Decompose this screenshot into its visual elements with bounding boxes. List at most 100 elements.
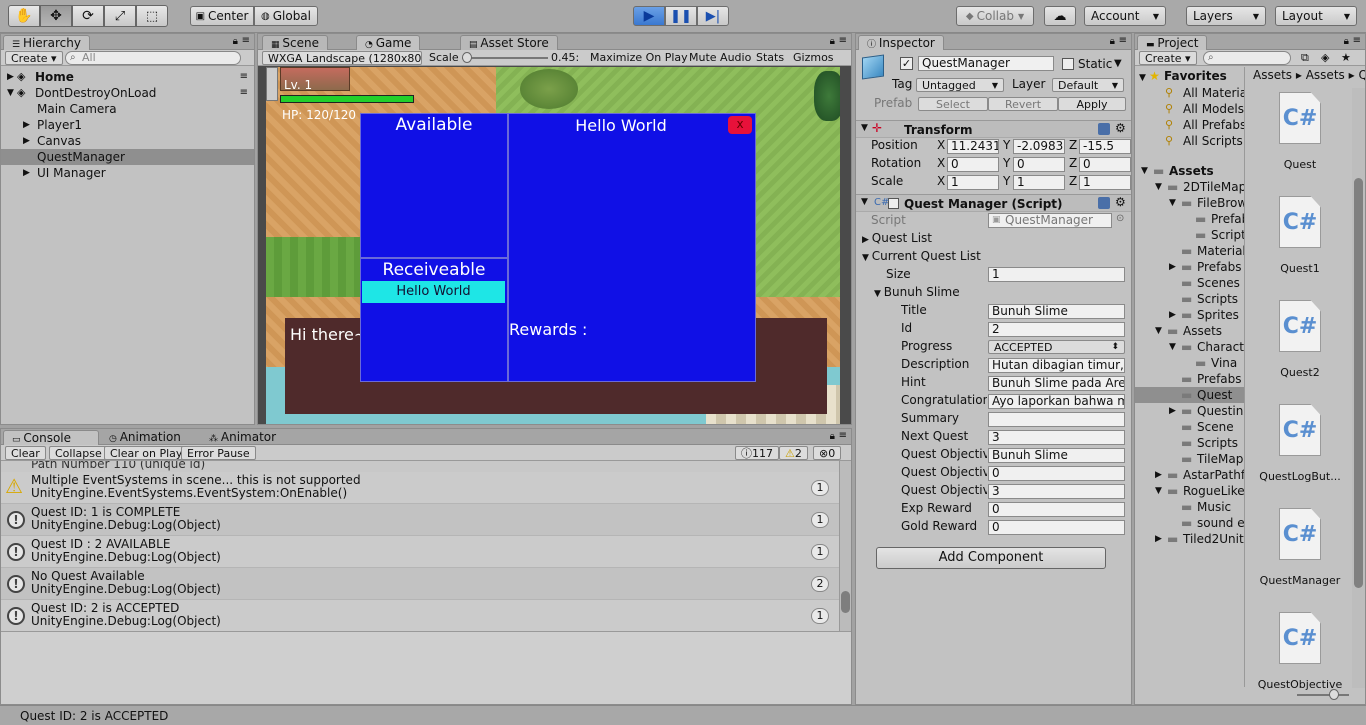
favorite-item[interactable]: ⚲ All Scripts: [1135, 133, 1244, 149]
menu-icon[interactable]: ≡: [839, 35, 847, 46]
console-clear-on-play-button[interactable]: Clear on Play: [104, 446, 189, 460]
tab-animation[interactable]: ◷ Animation: [101, 430, 189, 445]
hierarchy-item[interactable]: ▶ UI Manager: [1, 165, 254, 181]
transform-rot-field[interactable]: 0: [1013, 157, 1065, 172]
lock-icon[interactable]: 🔒︎: [830, 36, 835, 47]
project-folder-item[interactable]: ▼ ▬ Assets: [1135, 323, 1244, 339]
quest-list-foldout[interactable]: ▶ Quest List: [862, 231, 932, 247]
quest-field-input[interactable]: Bunuh Slime: [988, 304, 1125, 319]
current-quest-list-foldout[interactable]: ▼ Current Quest List: [862, 249, 981, 265]
project-create-button[interactable]: Create ▾: [1139, 51, 1197, 65]
foldout-arrow-icon[interactable]: ▶: [23, 117, 30, 133]
tab-project[interactable]: ▬ Project: [1137, 35, 1208, 50]
move-tool-button[interactable]: ✥: [40, 5, 72, 27]
tab-inspector[interactable]: ⓘ Inspector: [858, 35, 944, 50]
project-scrollbar[interactable]: [1352, 88, 1365, 688]
transform-header[interactable]: ▼ ✛ Transform ⚙: [856, 120, 1131, 138]
quest-field-input[interactable]: Ayo laporkan bahwa m: [988, 394, 1125, 409]
lock-icon[interactable]: 🔒︎: [233, 36, 238, 47]
quest-field-input[interactable]: 3: [988, 484, 1125, 499]
filter-label-icon[interactable]: ◈: [1321, 51, 1329, 64]
scene-menu-icon[interactable]: ≡: [240, 85, 248, 101]
foldout-arrow-icon[interactable]: ▼: [1155, 179, 1162, 195]
close-quest-button[interactable]: x: [728, 116, 752, 134]
tab-asset-store[interactable]: ▤ Asset Store: [460, 35, 558, 50]
element-foldout[interactable]: ▼ Bunuh Slime: [874, 285, 960, 301]
foldout-arrow-icon[interactable]: ▶: [1169, 307, 1176, 323]
transform-rot-field[interactable]: 0: [947, 157, 999, 172]
breadcrumb-item[interactable]: Q: [1358, 68, 1365, 82]
gear-icon[interactable]: ⚙: [1115, 121, 1126, 135]
breadcrumb-item[interactable]: Assets: [1306, 68, 1345, 82]
foldout-arrow-icon[interactable]: ▼: [1155, 483, 1162, 499]
quest-field-input[interactable]: Bunuh Slime: [988, 448, 1125, 463]
collab-button[interactable]: ◆ Collab ▼: [956, 6, 1034, 26]
filter-type-icon[interactable]: ⧉: [1301, 51, 1309, 65]
hierarchy-create-button[interactable]: Create ▾: [5, 51, 63, 65]
menu-icon[interactable]: ≡: [242, 35, 250, 46]
object-picker-icon[interactable]: ⊙: [1116, 213, 1124, 224]
foldout-arrow-icon[interactable]: ▶: [23, 165, 30, 181]
icon-size-slider-thumb[interactable]: [1329, 689, 1339, 700]
transform-scl-field[interactable]: 1: [1013, 175, 1065, 190]
foldout-arrow-icon[interactable]: ▶: [1169, 259, 1176, 275]
foldout-arrow-icon[interactable]: ▶: [23, 133, 30, 149]
project-file-item[interactable]: C# QuestObjective: [1248, 612, 1352, 690]
console-log-row[interactable]: ! Quest ID: 2 is ACCEPTED UnityEngine.Debu…: [1, 600, 839, 631]
project-file-item[interactable]: C# QuestLogBut...: [1248, 404, 1352, 483]
lock-icon[interactable]: 🔒︎: [1344, 36, 1349, 47]
menu-icon[interactable]: ≡: [1119, 35, 1127, 46]
project-folder-item[interactable]: ▬ sound ef: [1135, 515, 1244, 531]
console-log-row[interactable]: ! No Quest Available UnityEngine.Debug:Log…: [1, 568, 839, 600]
project-folder-item[interactable]: ▶ ▬ AstarPathfi: [1135, 467, 1244, 483]
menu-icon[interactable]: ≡: [1353, 35, 1361, 46]
project-folder-item[interactable]: ▶ ▬ Tiled2Unity: [1135, 531, 1244, 547]
lock-icon[interactable]: 🔒︎: [830, 431, 835, 442]
warning-count-toggle[interactable]: ⚠2: [779, 446, 808, 460]
console-error-pause-button[interactable]: Error Pause: [181, 446, 256, 460]
project-folder-item[interactable]: ▬ Scripts: [1135, 227, 1244, 243]
console-log-row[interactable]: ! Quest ID: 1 is COMPLETE UnityEngine.Debu…: [1, 504, 839, 536]
quest-field-input[interactable]: Hutan dibagian timur, t: [988, 358, 1125, 373]
project-file-item[interactable]: C# QuestManager: [1248, 508, 1352, 587]
tab-hierarchy[interactable]: ☰ Hierarchy: [3, 35, 90, 50]
pivot-center-button[interactable]: ▣ Center: [190, 6, 254, 26]
quest-manager-header[interactable]: ▼ C# Quest Manager (Script) ⚙: [856, 194, 1131, 212]
console-scrollbar-thumb[interactable]: [841, 591, 850, 613]
hierarchy-item[interactable]: Main Camera: [1, 101, 254, 117]
error-count-toggle[interactable]: ⊗0: [813, 446, 842, 460]
console-log-row[interactable]: ! Quest ID : 2 AVAILABLE UnityEngine.Debug…: [1, 536, 839, 568]
project-file-item[interactable]: C# Quest2: [1248, 300, 1352, 379]
project-folder-item[interactable]: ▬ Quest: [1135, 387, 1244, 403]
project-folder-item[interactable]: ▬ Scene: [1135, 419, 1244, 435]
rect-tool-button[interactable]: ⬚: [136, 5, 168, 27]
size-field[interactable]: 1: [988, 267, 1125, 282]
hierarchy-search-input[interactable]: ⌕ All: [65, 51, 241, 65]
project-search-input[interactable]: ⌕: [1203, 51, 1291, 65]
foldout-arrow-icon[interactable]: ▼: [1155, 323, 1162, 339]
foldout-arrow-icon[interactable]: ▶: [1155, 467, 1162, 483]
account-dropdown[interactable]: Account ▼: [1084, 6, 1166, 26]
play-button[interactable]: ▶: [633, 6, 665, 26]
quest-field-input[interactable]: [988, 412, 1125, 427]
prefab-select-button[interactable]: Select: [918, 97, 988, 111]
scale-slider-thumb[interactable]: [462, 52, 472, 63]
favorite-item[interactable]: ⚲ All Prefabs: [1135, 117, 1244, 133]
transform-pos-field[interactable]: 11.2431: [947, 139, 999, 154]
static-checkbox[interactable]: [1062, 58, 1074, 70]
game-viewport[interactable]: Lv. 1 HP: 120/120 Hi there~ Available Re…: [266, 67, 840, 424]
project-folder-item[interactable]: ▬ Vina: [1135, 355, 1244, 371]
hierarchy-item[interactable]: QuestManager: [1, 149, 254, 165]
hierarchy-item[interactable]: ▼ ◈ ≡ DontDestroyOnLoad: [1, 85, 254, 101]
tag-dropdown[interactable]: Untagged ▼: [916, 78, 1004, 92]
maximize-on-play-toggle[interactable]: Maximize On Play: [585, 51, 693, 65]
foldout-arrow-icon[interactable]: ▼: [1141, 163, 1148, 179]
quest-field-input[interactable]: 0: [988, 466, 1125, 481]
transform-pos-field[interactable]: -2.0983: [1013, 139, 1065, 154]
quest-field-input[interactable]: 2: [988, 322, 1125, 337]
breadcrumb-item[interactable]: Assets: [1253, 68, 1292, 82]
console-log-row[interactable]: ⚠ Multiple EventSystems in scene... this …: [1, 472, 839, 504]
project-folder-item[interactable]: ▶ ▬ Prefabs: [1135, 259, 1244, 275]
tab-console[interactable]: ▭ Console: [3, 430, 99, 445]
info-count-toggle[interactable]: ⓘ117: [735, 446, 779, 460]
